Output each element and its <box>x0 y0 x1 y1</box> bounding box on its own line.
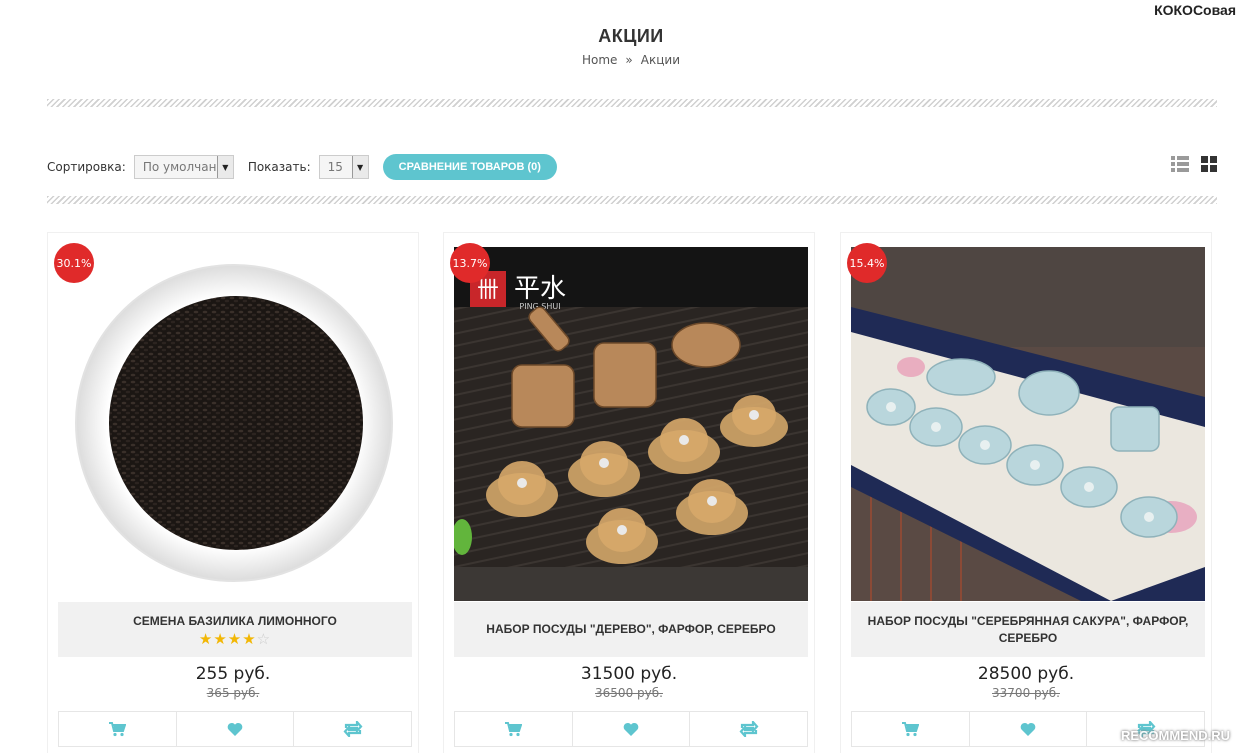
product-card: 15.4% НАБОР ПОСУДЫ "СЕРЕБРЯННАЯ САКУРА",… <box>840 232 1212 753</box>
page-title: АКЦИИ <box>598 26 664 46</box>
product-card: 13.7% 卌 平水 PING SHUI НАБОР ПОСУДЫ "ДЕРЕВ… <box>443 232 815 753</box>
breadcrumb-separator: » <box>625 53 633 67</box>
compare-arrows-icon <box>739 721 759 737</box>
breadcrumb-current: Акции <box>640 53 680 67</box>
list-view-icon[interactable] <box>1171 156 1189 172</box>
show-label: Показать: <box>247 160 311 174</box>
rating-stars: ★★★★☆ <box>199 631 271 647</box>
breadcrumb: Home » Акции <box>0 53 1240 67</box>
hatch-divider <box>47 196 1217 204</box>
product-name-box: СЕМЕНА БАЗИЛИКА ЛИМОННОГО ★★★★☆ <box>58 602 412 657</box>
sort-label: Сортировка: <box>47 160 126 174</box>
grid-view-icon[interactable] <box>1201 156 1217 172</box>
product-price: 31500 руб. <box>580 664 678 684</box>
username-link[interactable]: КОКОСовая <box>1154 2 1236 18</box>
star-icon: ★ <box>242 629 257 648</box>
heart-icon <box>623 722 639 736</box>
heart-icon <box>227 722 243 736</box>
product-old-price: 36500 руб. <box>595 686 663 700</box>
show-count-value: 15 <box>327 160 343 174</box>
sort-select[interactable]: По умолчанию ▼ <box>133 155 234 179</box>
add-to-compare-button[interactable] <box>690 712 807 746</box>
dropdown-arrow-icon: ▼ <box>351 156 368 178</box>
star-icon: ★ <box>227 629 243 648</box>
heart-icon <box>1020 722 1036 736</box>
add-to-wishlist-button[interactable] <box>177 712 295 746</box>
discount-badge: 30.1% <box>54 243 94 283</box>
product-image[interactable]: 卌 平水 PING SHUI <box>454 247 808 601</box>
add-to-cart-button[interactable] <box>852 712 970 746</box>
compare-products-button[interactable]: СРАВНЕНИЕ ТОВАРОВ (0) <box>382 154 557 180</box>
product-price: 28500 руб. <box>977 664 1075 684</box>
add-to-wishlist-button[interactable] <box>970 712 1088 746</box>
product-name[interactable]: СЕМЕНА БАЗИЛИКА ЛИМОННОГО <box>133 613 337 630</box>
product-name-box: НАБОР ПОСУДЫ "СЕРЕБРЯННАЯ САКУРА", ФАРФО… <box>851 602 1205 657</box>
image-logo-text: 平水 <box>514 274 566 304</box>
product-old-price: 365 руб. <box>206 686 260 700</box>
product-old-price: 33700 руб. <box>992 686 1060 700</box>
view-switcher <box>1171 156 1217 172</box>
discount-badge: 15.4% <box>847 243 887 283</box>
star-icon: ★ <box>198 629 214 648</box>
product-name-box: НАБОР ПОСУДЫ "ДЕРЕВО", ФАРФОР, СЕРЕБРО <box>454 602 808 657</box>
dropdown-arrow-icon: ▼ <box>216 156 233 178</box>
discount-badge: 13.7% <box>450 243 490 283</box>
star-empty-icon: ☆ <box>256 629 272 648</box>
product-actions <box>58 711 412 747</box>
product-card: 30.1% СЕМЕНА БАЗИЛИКА ЛИМОННОГО ★★★★☆ 25… <box>47 232 419 753</box>
product-price: 255 руб. <box>195 664 271 684</box>
cart-icon <box>109 722 127 737</box>
star-icon: ★ <box>213 629 228 648</box>
product-image[interactable] <box>851 247 1205 601</box>
product-toolbar: Сортировка: По умолчанию ▼ Показать: 15 … <box>47 154 1217 180</box>
sort-select-value: По умолчанию <box>142 160 217 174</box>
cart-icon <box>902 722 920 737</box>
product-name[interactable]: НАБОР ПОСУДЫ "СЕРЕБРЯННАЯ САКУРА", ФАРФО… <box>865 613 1191 647</box>
add-to-cart-button[interactable] <box>59 712 177 746</box>
svg-text:卌: 卌 <box>477 278 499 303</box>
cart-icon <box>505 722 523 737</box>
product-image[interactable] <box>58 247 412 601</box>
add-to-wishlist-button[interactable] <box>573 712 691 746</box>
add-to-compare-button[interactable] <box>294 712 411 746</box>
product-actions <box>454 711 808 747</box>
hatch-divider <box>47 99 1217 107</box>
watermark: RECOMMEND.RU <box>1120 728 1230 743</box>
product-name[interactable]: НАБОР ПОСУДЫ "ДЕРЕВО", ФАРФОР, СЕРЕБРО <box>486 621 775 638</box>
add-to-cart-button[interactable] <box>455 712 573 746</box>
compare-arrows-icon <box>343 721 363 737</box>
breadcrumb-home-link[interactable]: Home <box>582 53 617 67</box>
show-count-select[interactable]: 15 ▼ <box>318 155 369 179</box>
